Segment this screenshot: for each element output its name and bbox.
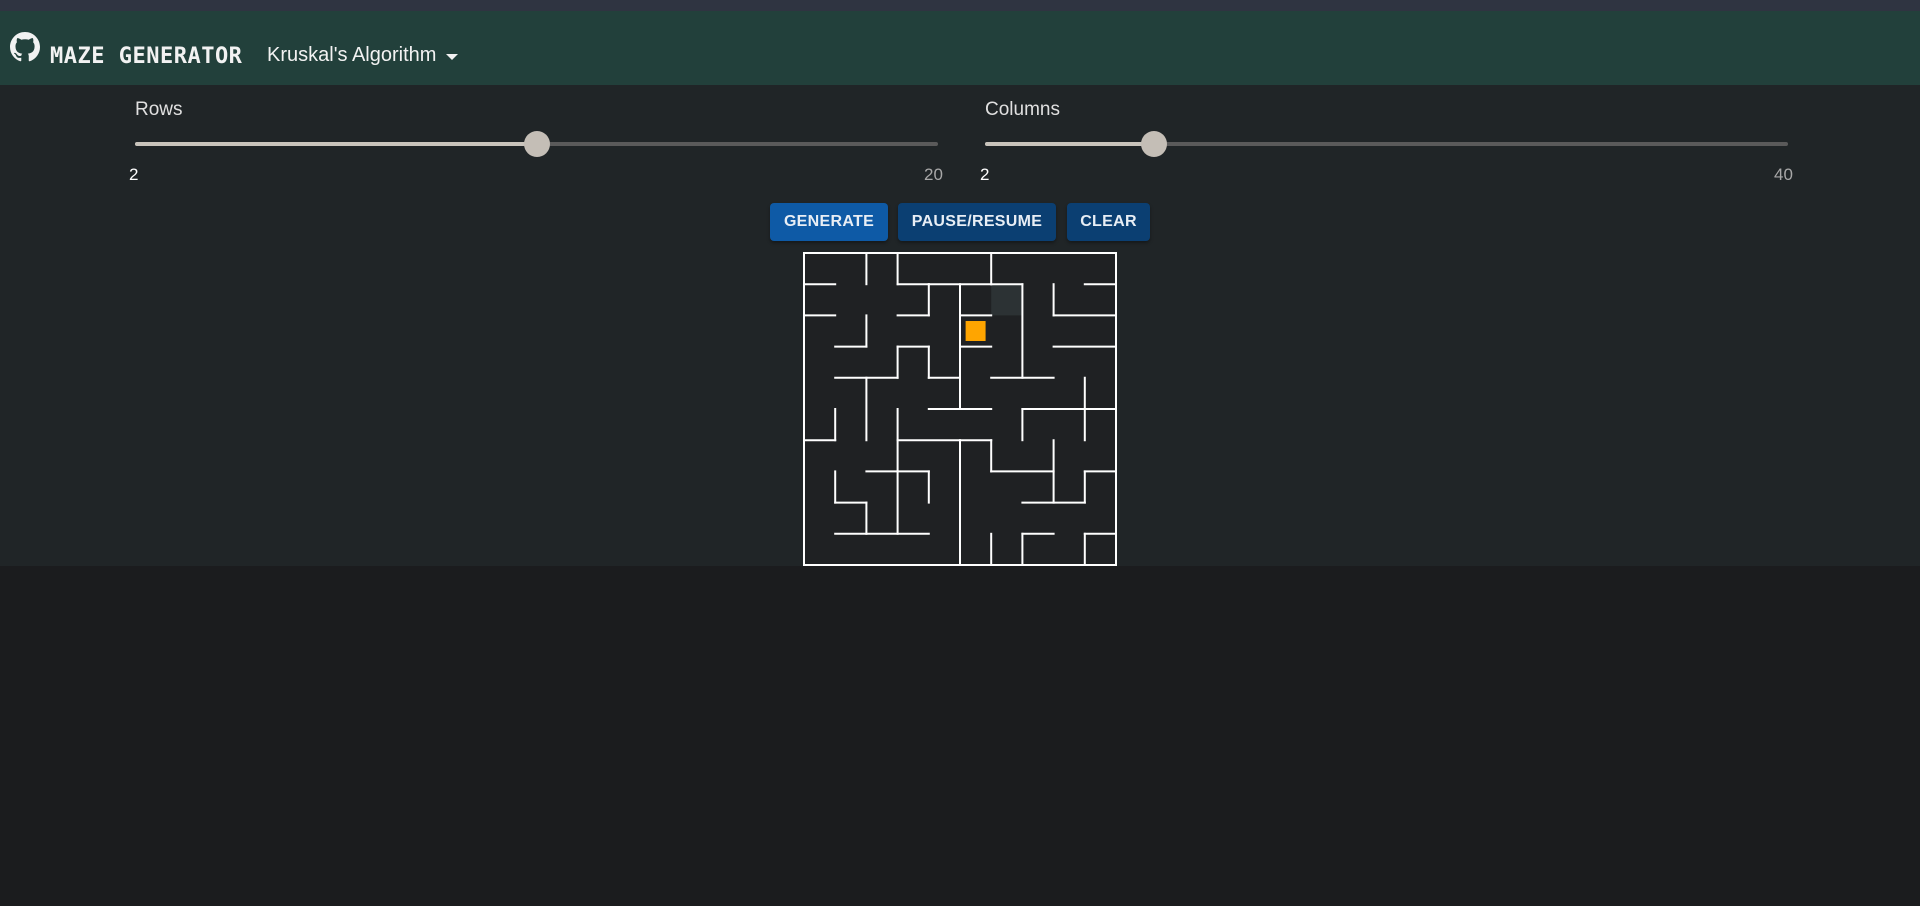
- rows-min-value: 2: [129, 165, 139, 184]
- maze-grid: [803, 252, 1117, 566]
- columns-slider[interactable]: [985, 131, 1788, 157]
- navbar: MAZE GENERATOR Kruskal's Algorithm: [0, 11, 1920, 85]
- generate-button[interactable]: GENERATE: [770, 203, 888, 241]
- github-icon[interactable]: [10, 32, 40, 62]
- rows-slider-thumb[interactable]: [524, 131, 550, 157]
- rows-slider[interactable]: [135, 131, 938, 157]
- algorithm-dropdown-label: Kruskal's Algorithm: [267, 44, 437, 66]
- rows-max-value: 20: [924, 165, 943, 184]
- rows-slider-label: Rows: [135, 99, 183, 120]
- browser-top-strip: [0, 0, 1920, 11]
- columns-min-value: 2: [980, 165, 990, 184]
- columns-slider-thumb[interactable]: [1141, 131, 1167, 157]
- maze-canvas[interactable]: [803, 252, 1117, 566]
- clear-button[interactable]: CLEAR: [1067, 203, 1150, 241]
- app-title[interactable]: MAZE GENERATOR: [50, 44, 242, 69]
- algorithm-dropdown[interactable]: Kruskal's Algorithm: [267, 44, 459, 67]
- columns-slider-fill: [985, 142, 1154, 146]
- rows-slider-fill: [135, 142, 537, 146]
- maze-current-cell: [965, 321, 986, 341]
- pause-resume-button[interactable]: PAUSE/RESUME: [898, 203, 1056, 241]
- maze-visited-cell: [991, 284, 1023, 316]
- columns-max-value: 40: [1774, 165, 1793, 184]
- columns-slider-label: Columns: [985, 99, 1060, 120]
- chevron-down-icon: [446, 54, 459, 60]
